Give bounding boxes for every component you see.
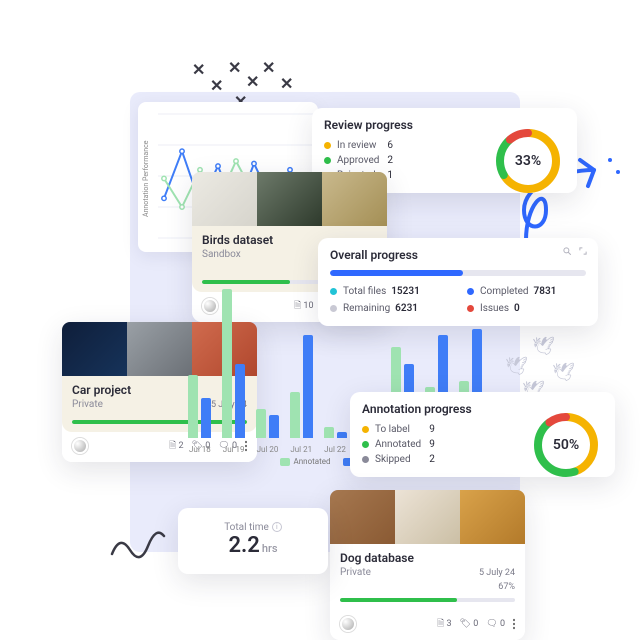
comments-icon: 🗨 0 (486, 619, 505, 629)
thumbnail (257, 172, 322, 226)
legend-label: Annotated (294, 457, 331, 466)
status-dot-icon (324, 157, 331, 164)
review-progress-ring: 33% (493, 126, 563, 196)
doodle-x-icon: ✕ (228, 58, 241, 77)
info-icon[interactable]: i (272, 522, 282, 532)
review-row-label: In review (337, 140, 376, 151)
thumbnail (192, 172, 257, 226)
magnifier-icon[interactable] (562, 246, 572, 256)
legend-swatch (280, 458, 290, 466)
status-dot-icon (362, 426, 369, 433)
stat-value: 0 (514, 303, 520, 314)
annotation-progress-percent: 50% (531, 410, 601, 480)
line-chart-ylabel: Annotation Performance (142, 114, 152, 244)
thumbnail (330, 490, 395, 544)
project-subtitle: Private (72, 399, 103, 410)
bar-category-label: Jul 18 (189, 445, 211, 454)
thumbnail (395, 490, 460, 544)
expand-icon[interactable] (578, 246, 588, 256)
project-name: Dog database (340, 551, 515, 565)
doodle-x-icon: ✕ (210, 76, 223, 95)
doodle-x-icon: ✕ (246, 72, 259, 91)
bar-category-label: Jul 21 (290, 445, 312, 454)
total-time-label: Total timei (194, 522, 312, 533)
files-icon: 🗎 3 (437, 616, 452, 632)
tags-icon: 🏷 0 (460, 619, 479, 629)
progress-bar (340, 598, 515, 602)
ann-row-label: Annotated (375, 439, 421, 450)
overall-title: Overall progress (330, 248, 586, 262)
project-subtitle: Private (340, 567, 371, 578)
doodle-bird-icon: 🕊︎ (532, 336, 555, 357)
thumbnail (62, 322, 127, 376)
avatar[interactable] (72, 438, 88, 454)
more-icon[interactable] (513, 618, 515, 630)
stat-value: 7831 (534, 286, 557, 297)
doodle-x-icon: ✕ (280, 74, 293, 93)
review-row-label: Approved (337, 155, 379, 166)
project-subtitle: Sandbox (202, 249, 241, 260)
annotation-progress-ring: 50% (531, 410, 601, 480)
status-dot-icon (362, 456, 369, 463)
project-date: 5 July 24 (479, 568, 515, 578)
doodle-x-icon: ✕ (192, 60, 205, 79)
status-dot-icon (324, 142, 331, 149)
avatar[interactable] (340, 616, 356, 632)
doodle-x-icon: ✕ (262, 58, 275, 77)
doodle-scribble-icon (108, 524, 168, 564)
review-progress-percent: 33% (493, 126, 563, 196)
thumbnail (322, 172, 387, 226)
bar-category-label: Jul 19 (223, 445, 245, 454)
project-percent: 67% (498, 582, 515, 592)
bar-category-label: Jul 20 (257, 445, 279, 454)
ann-row-label: To label (375, 424, 410, 435)
total-time-card: Total timei 2.2hrs (178, 508, 328, 574)
annotation-progress-card: Annotation progress To label9 Annotated9… (350, 392, 615, 477)
bar-category-label: Jul 22 (324, 445, 346, 454)
total-time-unit: hrs (262, 542, 278, 555)
doodle-bird-icon: 🕊︎ (552, 362, 575, 383)
doodle-bird-icon: 🕊︎ (505, 356, 528, 377)
thumbnail (460, 490, 525, 544)
project-card-dogs[interactable]: Dog database Private 5 July 24 67% 🗎 3 🏷 … (330, 490, 525, 640)
total-time-value: 2.2 (228, 533, 259, 558)
ann-row-label: Skipped (375, 454, 411, 465)
status-dot-icon (362, 441, 369, 448)
